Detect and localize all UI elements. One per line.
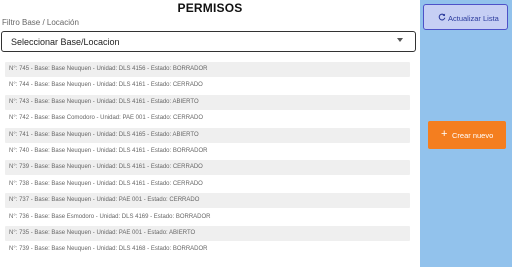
permit-list-item[interactable]: N°: 736 - Base: Base Esmodoro - Unidad: … [5, 209, 410, 225]
permit-list-item[interactable]: N°: 744 - Base: Base Neuquen - Unidad: D… [5, 78, 410, 94]
base-location-select[interactable]: Seleccionar Base/Locacion [1, 31, 416, 52]
permit-list-item[interactable]: N°: 739 - Base: Base Neuquen - Unidad: D… [5, 242, 410, 258]
caret-down-icon [397, 38, 403, 42]
permit-list-item[interactable]: N°: 737 - Base: Base Neuquen - Unidad: P… [5, 193, 410, 209]
action-sidebar: Actualizar Lista + Crear nuevo [420, 0, 512, 267]
refresh-list-label: Actualizar Lista [448, 14, 499, 23]
refresh-icon [438, 13, 446, 21]
permit-list-item[interactable]: N°: 739 - Base: Base Neuquen - Unidad: D… [5, 160, 410, 176]
permit-list-item[interactable]: N°: 740 - Base: Base Neuquen - Unidad: D… [5, 143, 410, 159]
permit-list-item[interactable]: N°: 742 - Base: Base Comodoro - Unidad: … [5, 111, 410, 127]
page-title: PERMISOS [177, 1, 243, 15]
create-new-label: Crear nuevo [452, 131, 494, 140]
permit-list-item[interactable]: N°: 743 - Base: Base Neuquen - Unidad: D… [5, 94, 410, 110]
refresh-list-button[interactable]: Actualizar Lista [423, 4, 508, 30]
select-value: Seleccionar Base/Locacion [11, 37, 120, 47]
permit-list: N°: 745 - Base: Base Neuquen - Unidad: D… [5, 62, 410, 259]
permit-list-item[interactable]: N°: 738 - Base: Base Neuquen - Unidad: D… [5, 176, 410, 192]
permit-list-item[interactable]: N°: 745 - Base: Base Neuquen - Unidad: D… [5, 62, 410, 77]
main-panel: PERMISOS Filtro Base / Locación Seleccio… [0, 0, 420, 267]
permit-list-item[interactable]: N°: 735 - Base: Base Neuquen - Unidad: P… [5, 225, 410, 241]
permit-list-item[interactable]: N°: 741 - Base: Base Neuquen - Unidad: D… [5, 127, 410, 143]
filter-label: Filtro Base / Locación [2, 18, 79, 27]
plus-icon: + [441, 128, 448, 140]
create-new-button[interactable]: + Crear nuevo [428, 121, 506, 149]
